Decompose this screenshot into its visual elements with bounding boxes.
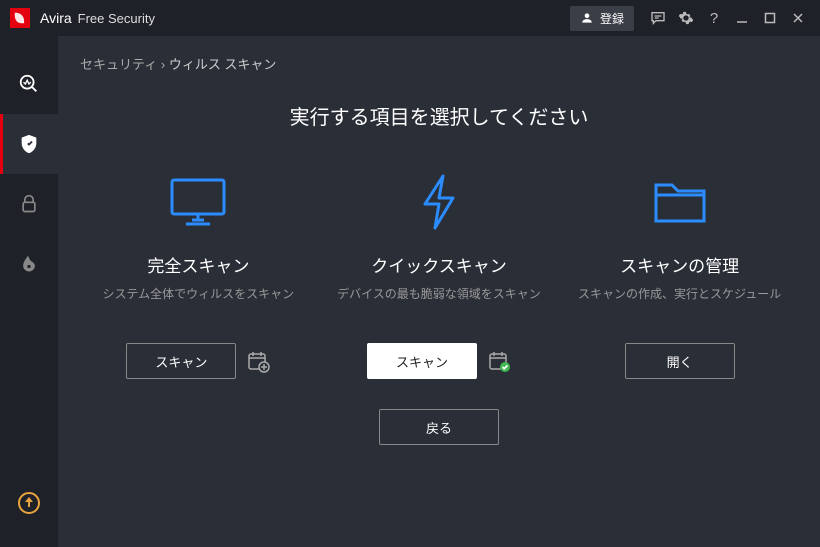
monitor-icon bbox=[168, 170, 228, 234]
lightning-icon bbox=[417, 170, 461, 234]
schedule-check-icon[interactable] bbox=[487, 349, 511, 373]
sidebar-item-upgrade[interactable] bbox=[0, 473, 58, 533]
breadcrumb-current: ウィルス スキャン bbox=[169, 57, 277, 72]
content: セキュリティ › ウィルス スキャン 実行する項目を選択してください 完全スキャ… bbox=[58, 36, 820, 547]
login-button[interactable]: 登録 bbox=[570, 6, 634, 31]
help-icon[interactable]: ? bbox=[700, 4, 728, 32]
titlebar: Avira Free Security 登録 ? bbox=[0, 0, 820, 36]
maximize-icon[interactable] bbox=[756, 4, 784, 32]
close-icon[interactable] bbox=[784, 4, 812, 32]
card-full-title: 完全スキャン bbox=[147, 252, 249, 277]
card-quick-scan: クイックスキャン デバイスの最も脆弱な領域をスキャン スキャン bbox=[334, 170, 544, 379]
card-quick-title: クイックスキャン bbox=[371, 252, 507, 277]
card-quick-desc: デバイスの最も脆弱な領域をスキャン bbox=[337, 285, 541, 321]
avira-logo bbox=[10, 8, 30, 28]
app-subtitle: Free Security bbox=[78, 11, 155, 26]
sidebar bbox=[0, 36, 58, 547]
breadcrumb: セキュリティ › ウィルス スキャン bbox=[58, 36, 820, 83]
sidebar-item-security[interactable] bbox=[0, 114, 58, 174]
card-manage-scan: スキャンの管理 スキャンの作成、実行とスケジュール 開く bbox=[575, 170, 785, 379]
card-manage-title: スキャンの管理 bbox=[620, 252, 739, 277]
card-manage-desc: スキャンの作成、実行とスケジュール bbox=[578, 285, 781, 321]
card-full-desc: システム全体でウィルスをスキャン bbox=[103, 285, 295, 321]
full-scan-button[interactable]: スキャン bbox=[126, 343, 236, 379]
feedback-icon[interactable] bbox=[644, 4, 672, 32]
breadcrumb-root[interactable]: セキュリティ bbox=[80, 57, 157, 72]
card-full-scan: 完全スキャン システム全体でウィルスをスキャン スキャン bbox=[93, 170, 303, 379]
app-name: Avira bbox=[40, 10, 72, 26]
schedule-add-icon[interactable] bbox=[246, 349, 270, 373]
sidebar-item-status[interactable] bbox=[0, 54, 58, 114]
manage-open-button[interactable]: 開く bbox=[625, 343, 735, 379]
sidebar-item-privacy[interactable] bbox=[0, 174, 58, 234]
login-label: 登録 bbox=[600, 10, 624, 27]
settings-icon[interactable] bbox=[672, 4, 700, 32]
page-title: 実行する項目を選択してください bbox=[58, 101, 820, 130]
folder-icon bbox=[650, 170, 710, 234]
user-icon bbox=[580, 11, 594, 25]
back-button[interactable]: 戻る bbox=[379, 409, 499, 445]
minimize-icon[interactable] bbox=[728, 4, 756, 32]
sidebar-item-performance[interactable] bbox=[0, 234, 58, 294]
quick-scan-button[interactable]: スキャン bbox=[367, 343, 477, 379]
